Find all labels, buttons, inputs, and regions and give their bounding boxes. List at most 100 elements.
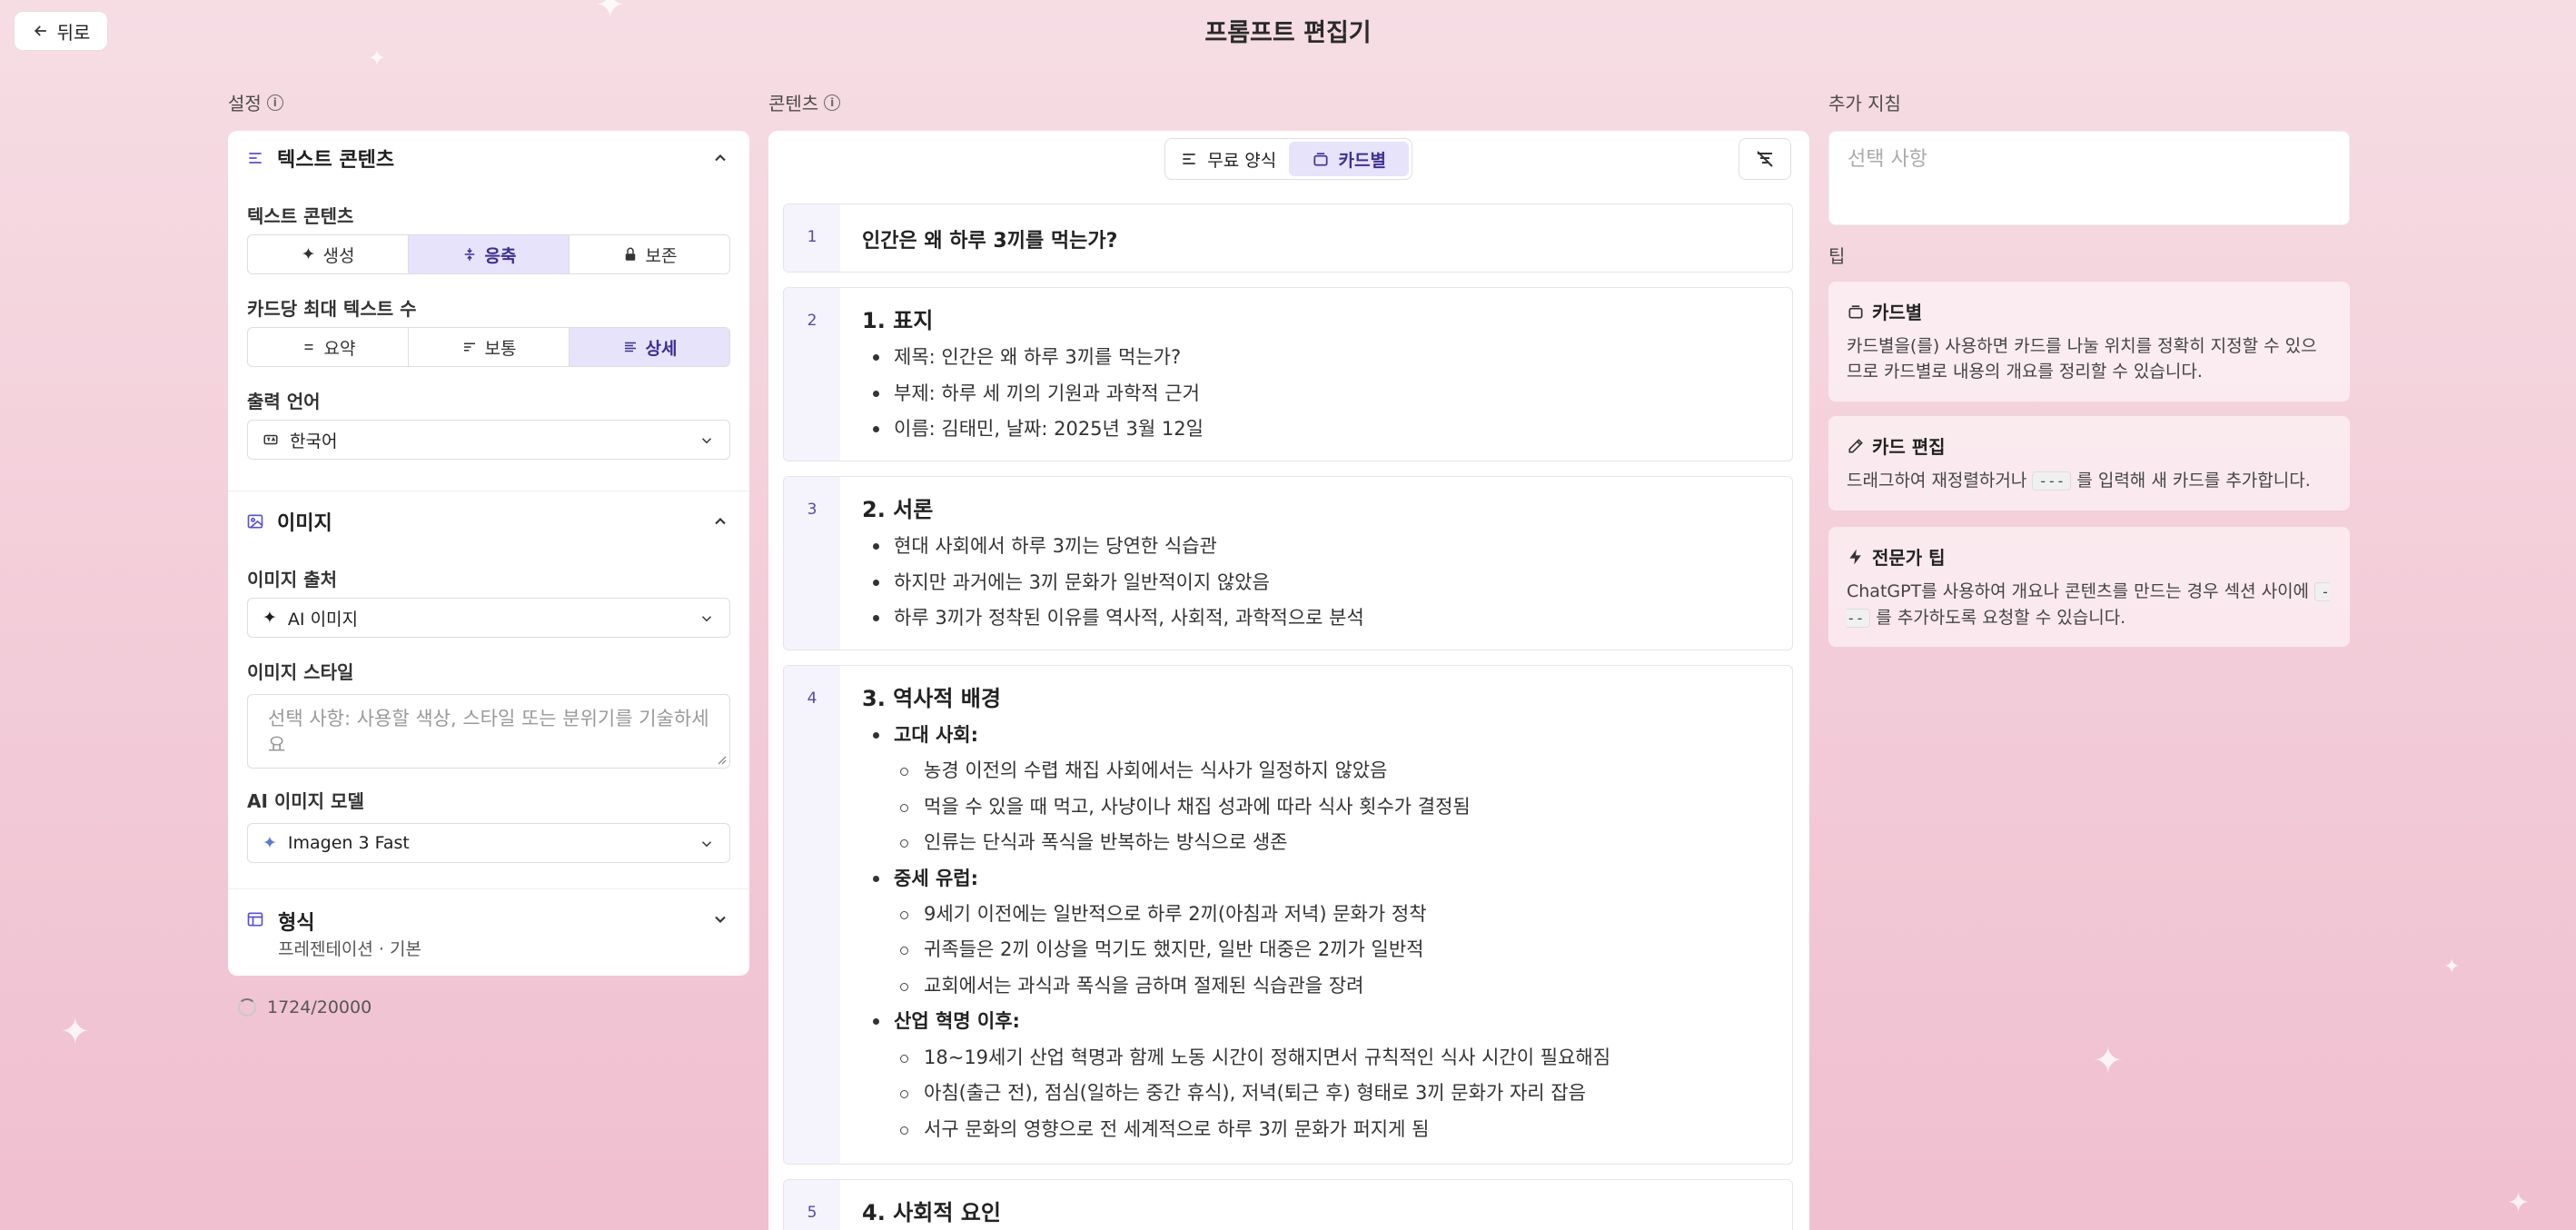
- tip-text: 카드별을(를) 사용하면 카드를 나눌 위치를 정확히 지정할 수 있으므로 카…: [1847, 336, 2317, 382]
- image-source-label: 이미지 출처: [247, 569, 337, 590]
- settings-panel: 텍스트 콘텐츠 텍스트 콘텐츠 ✦ 생성 응축 보존 카드당 최대 텍스트 수 …: [228, 131, 749, 976]
- text-content-section-title: 텍스트 콘텐츠: [277, 149, 395, 172]
- text-content-section-header[interactable]: 텍스트 콘텐츠: [228, 131, 749, 185]
- density-medium-label: 보통: [484, 338, 517, 359]
- text-medium-icon: [463, 342, 475, 352]
- text-detailed-icon: [624, 342, 636, 352]
- sub-bullet-icon: [900, 983, 908, 991]
- bullet-icon: [873, 543, 879, 550]
- mode-condense-label: 응축: [484, 245, 517, 266]
- card-group-title: 산업 혁명 이후:: [894, 1010, 1020, 1032]
- card-sub-bullet-text: 귀족들은 2끼 이상을 먹기도 했지만, 일반 대중은 2끼가 일반적: [924, 938, 1424, 960]
- sparkle-decoration: ✦: [60, 1011, 91, 1053]
- character-counter: 1724/20000: [238, 997, 372, 1017]
- sub-bullet-icon: [900, 1126, 908, 1135]
- bullet-icon: [873, 615, 879, 621]
- density-brief-label: 요약: [323, 338, 356, 359]
- text-density-selector: 요약 보통 상세: [247, 327, 730, 367]
- freeform-option[interactable]: 무료 양식: [1168, 142, 1289, 176]
- card-heading: 인간은 왜 하루 3끼를 먹는가?: [862, 230, 1118, 253]
- sub-bullet-icon: [900, 1055, 908, 1063]
- card-bullet-text: 하루 3끼가 정착된 이유를 역사적, 사회적, 과학적으로 분석: [894, 607, 1364, 629]
- card-number: 2: [784, 288, 840, 461]
- card-sub-bullet-text: 서구 문화의 영향으로 전 세계적으로 하루 3끼 문화가 퍼지게 됨: [924, 1118, 1430, 1140]
- text-align-icon: [1183, 154, 1195, 164]
- format-section-subtitle: 프레젠테이션 · 기본: [278, 939, 421, 959]
- card-heading: 4. 사회적 요인: [862, 1200, 1001, 1225]
- card-bullet-text: 부제: 하루 세 끼의 기원과 과학적 근거: [894, 382, 1200, 404]
- tip-text-part: 를 입력해 새 카드를 추가합니다.: [2071, 471, 2311, 491]
- card-bullet-text: 현대 사회에서 하루 3끼는 당연한 식습관: [894, 535, 1217, 557]
- image-source-value: AI 이미지: [287, 609, 359, 630]
- content-label-text: 콘텐츠: [768, 93, 819, 114]
- content-card[interactable]: 2 1. 표지 제목: 인간은 왜 하루 3끼를 먹는가? 부제: 하루 세 끼…: [783, 287, 1793, 461]
- card-bullet-text: 제목: 인간은 왜 하루 3끼를 먹는가?: [894, 346, 1182, 368]
- image-source-select[interactable]: ✦ AI 이미지: [247, 598, 730, 638]
- ai-image-model-label: AI 이미지 모델: [247, 790, 364, 812]
- mode-generate-label: 생성: [322, 245, 355, 266]
- card-sub-bullet-text: 먹을 수 있을 때 먹고, 사냥이나 채집 성과에 따라 식사 횟수가 결정됨: [924, 796, 1471, 818]
- cards-icon: [1848, 304, 1863, 318]
- card-heading: 2. 서론: [862, 497, 934, 522]
- density-brief-option[interactable]: 요약: [248, 328, 409, 366]
- card-by-card-option[interactable]: 카드별: [1288, 142, 1409, 176]
- extra-instructions-input[interactable]: 선택 사항: [1828, 131, 2350, 225]
- tip-title: 전문가 팁: [1872, 547, 1946, 569]
- lightning-icon: [1849, 549, 1861, 564]
- content-card[interactable]: 4 3. 역사적 배경 고대 사회: 농경 이전의 수렵 채집 사회에서는 식사…: [783, 665, 1793, 1165]
- sub-bullet-icon: [900, 768, 908, 776]
- chevron-up-icon: [715, 518, 726, 525]
- sub-bullet-icon: [900, 947, 908, 955]
- content-card[interactable]: 3 2. 서론 현대 사회에서 하루 3끼는 당연한 식습관 하지만 과거에는 …: [783, 476, 1793, 650]
- compress-icon: [464, 248, 474, 261]
- tip-card: 전문가 팁 ChatGPT를 사용하여 개요나 콘텐츠를 만드는 경우 섹션 사…: [1828, 527, 2350, 647]
- tip-text: 드래그하여 재정렬하거나 --- 를 입력해 새 카드를 추가합니다.: [1847, 468, 2332, 494]
- bullet-icon: [873, 580, 879, 586]
- content-card[interactable]: 5 4. 사회적 요인: [783, 1179, 1793, 1230]
- chevron-up-icon: [715, 154, 726, 162]
- bullet-icon: [873, 354, 879, 361]
- content-panel: 무료 양식 카드별 1 인간은 왜 하루 3끼를 먹는가? 2 1. 표지 제목…: [768, 131, 1809, 1230]
- card-number: 4: [784, 666, 840, 1164]
- text-align-icon: [249, 153, 262, 164]
- card-sub-bullet-text: 18~19세기 산업 혁명과 함께 노동 시간이 정해지면서 규칙적인 식사 시…: [924, 1046, 1611, 1068]
- info-icon[interactable]: i: [824, 94, 841, 111]
- tips-label: 팁: [1828, 245, 1846, 267]
- character-counter-value: 1724/20000: [267, 997, 372, 1017]
- card-group-title: 고대 사회:: [894, 724, 978, 746]
- density-detailed-option[interactable]: 상세: [570, 328, 729, 366]
- settings-label: 설정 i: [228, 89, 283, 115]
- output-language-select[interactable]: 한국어: [247, 420, 730, 460]
- extra-instructions-label: 추가 지침: [1828, 93, 1901, 114]
- ai-image-model-select[interactable]: ✦ Imagen 3 Fast: [247, 823, 730, 863]
- format-section-header[interactable]: 형식 프레젠테이션 · 기본: [228, 894, 749, 967]
- info-icon[interactable]: i: [266, 94, 283, 111]
- mode-condense-option[interactable]: 응축: [409, 235, 570, 273]
- image-style-input[interactable]: 선택 사항: 사용할 색상, 스타일 또는 분위기를 기술하세요: [247, 694, 730, 769]
- freeform-label: 무료 양식: [1207, 150, 1277, 171]
- resize-handle-icon[interactable]: [716, 754, 727, 765]
- sparkle-icon: ✦: [301, 244, 316, 264]
- settings-label-text: 설정: [228, 93, 262, 114]
- density-medium-option[interactable]: 보통: [409, 328, 570, 366]
- language-icon: [263, 434, 278, 445]
- bullet-icon: [873, 732, 879, 739]
- mode-preserve-option[interactable]: 보존: [570, 235, 729, 273]
- image-section-header[interactable]: 이미지: [228, 494, 749, 549]
- card-group-title: 중세 유럽:: [894, 868, 978, 889]
- text-strikethrough-icon: [1757, 151, 1773, 167]
- mode-generate-option[interactable]: ✦ 생성: [248, 235, 409, 273]
- card-by-card-label: 카드별: [1338, 150, 1386, 171]
- hide-formatting-button[interactable]: [1739, 138, 1791, 180]
- content-mode-toggle: 무료 양식 카드별: [1164, 138, 1412, 180]
- bullet-icon: [873, 391, 879, 397]
- card-bullet-text: 이름: 김태민, 날짜: 2025년 3월 12일: [894, 418, 1204, 440]
- chevron-down-icon: [701, 438, 712, 444]
- chevron-down-icon: [701, 841, 712, 848]
- tip-title: 카드 편집: [1872, 436, 1946, 458]
- content-card[interactable]: 1 인간은 왜 하루 3끼를 먹는가?: [783, 203, 1793, 273]
- content-label: 콘텐츠 i: [768, 89, 841, 115]
- cards-icon: [1313, 153, 1328, 166]
- tip-text: ChatGPT를 사용하여 개요나 콘텐츠를 만드는 경우 섹션 사이에 ---…: [1847, 579, 2332, 631]
- bullet-icon: [873, 426, 879, 432]
